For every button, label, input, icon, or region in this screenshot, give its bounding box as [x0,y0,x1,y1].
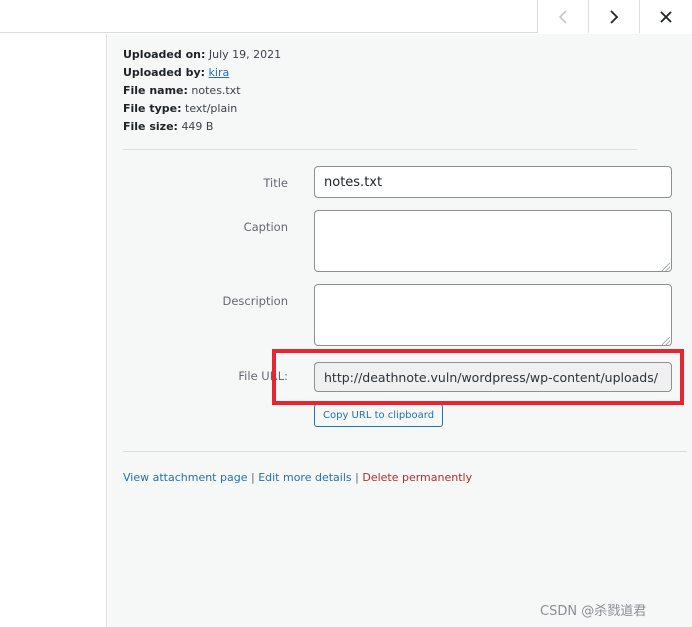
modal-header [0,0,692,33]
uploaded-on-label: Uploaded on: [123,48,206,61]
attachment-details-pane: Uploaded on: July 19, 2021 Uploaded by: … [108,34,692,627]
uploaded-on-value: July 19, 2021 [208,48,282,61]
caption-textarea[interactable] [314,210,672,272]
divider [123,149,637,150]
view-attachment-link[interactable]: View attachment page [123,471,247,484]
description-label: Description [222,294,289,308]
file-size-value: 449 B [181,120,214,133]
caption-label: Caption [243,220,288,234]
file-type-row: File type: text/plain [123,100,281,118]
file-size-row: File size: 449 B [123,118,281,136]
file-url-label: File URL: [238,369,288,383]
uploaded-by-label: Uploaded by: [123,66,206,79]
action-separator: | [250,471,255,484]
close-icon [660,10,672,23]
previous-button[interactable] [537,0,588,33]
file-type-label: File type: [123,102,182,115]
title-label: Title [263,176,288,190]
attachment-preview-pane [0,34,107,627]
copy-url-button[interactable]: Copy URL to clipboard [314,404,444,427]
file-size-label: File size: [123,120,178,133]
file-name-label: File name: [123,84,188,97]
uploaded-by-row: Uploaded by: kira [123,64,281,82]
edit-details-link[interactable]: Edit more details [258,471,351,484]
resize-grip-icon[interactable] [662,263,670,271]
action-separator: | [355,471,359,484]
divider [123,451,687,452]
chevron-left-icon [558,9,567,24]
file-name-row: File name: notes.txt [123,82,281,100]
close-button[interactable] [639,0,692,33]
file-type-value: text/plain [185,102,238,115]
resize-grip-icon[interactable] [662,337,670,345]
file-meta: Uploaded on: July 19, 2021 Uploaded by: … [123,46,281,136]
chevron-right-icon [610,9,619,24]
uploaded-by-link[interactable]: kira [209,66,230,79]
file-name-value: notes.txt [191,84,241,97]
title-input[interactable] [314,166,672,198]
uploaded-on-row: Uploaded on: July 19, 2021 [123,46,281,64]
delete-permanently-link[interactable]: Delete permanently [362,471,472,484]
description-textarea[interactable] [314,284,672,346]
next-button[interactable] [588,0,639,33]
attachment-actions: View attachment page | Edit more details… [123,471,472,484]
file-url-input[interactable] [314,362,672,392]
watermark: CSDN @杀戮道君 [540,604,647,619]
